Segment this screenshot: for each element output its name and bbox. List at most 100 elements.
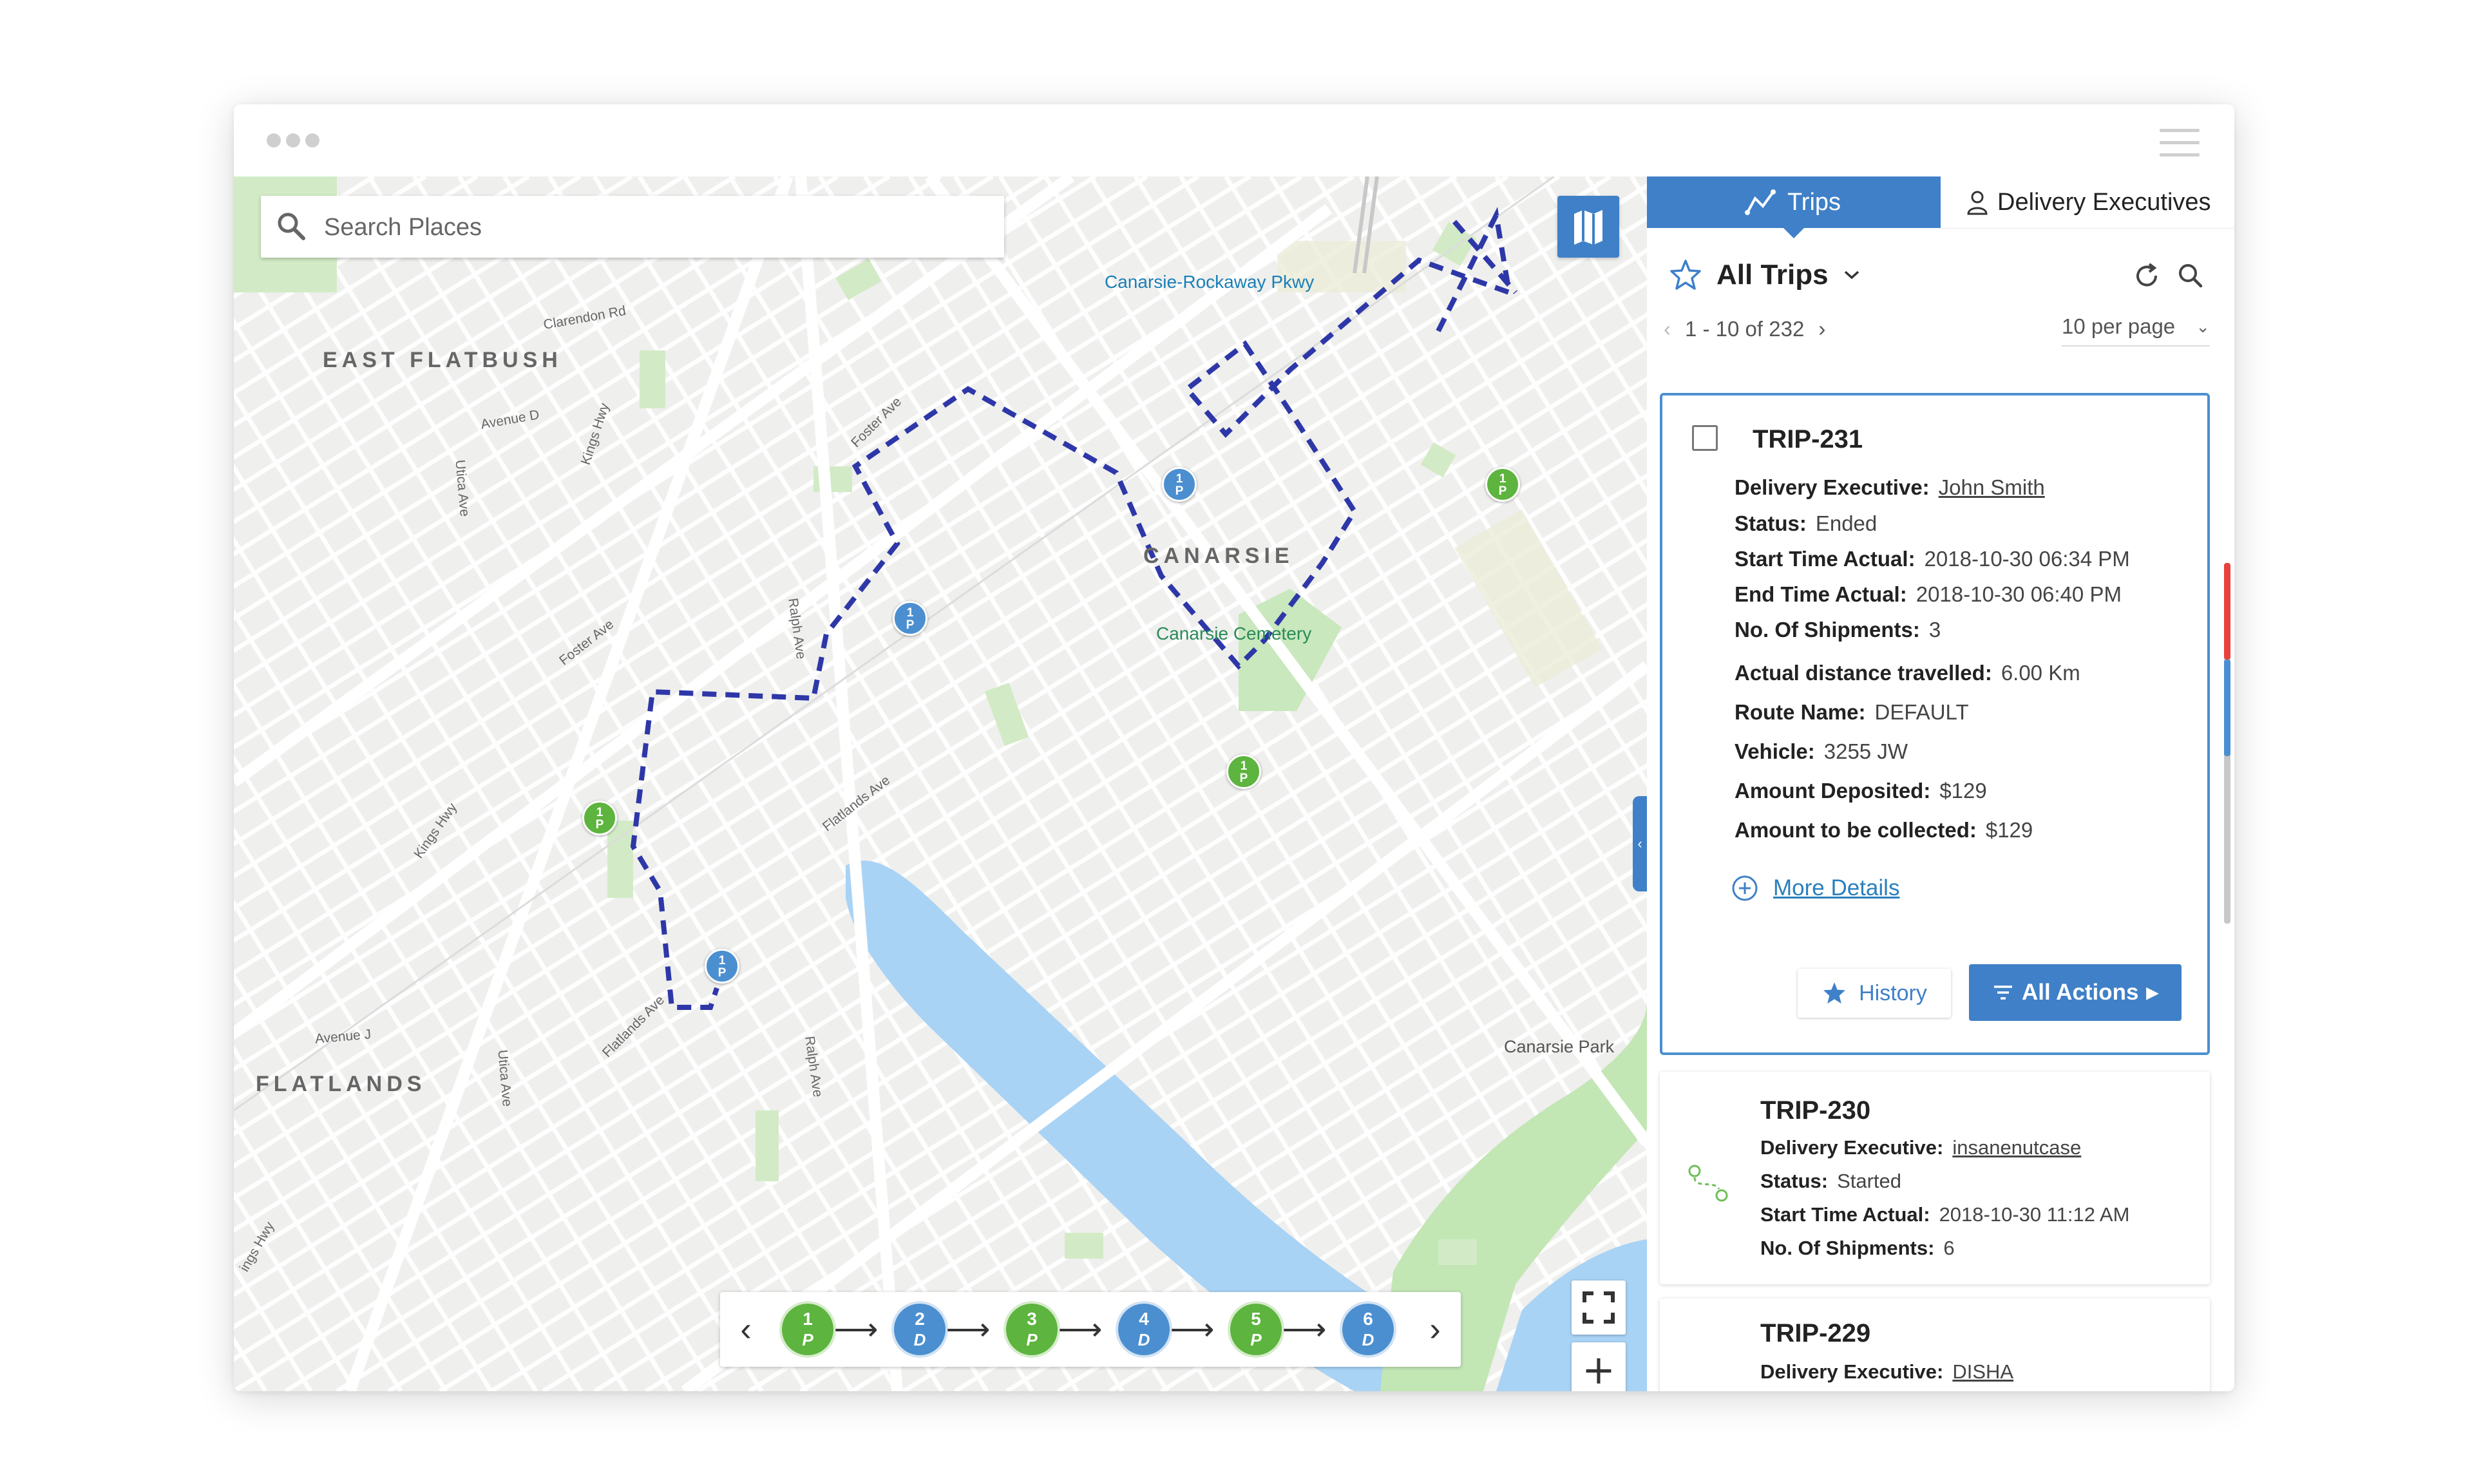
window-dot-3 [305, 133, 319, 147]
zoom-in-button[interactable]: + [1572, 1342, 1626, 1391]
label-canarsie-cemetery: Canarsie Cemetery [1156, 623, 1312, 643]
pager-next-icon[interactable]: › [1818, 317, 1825, 341]
route-step-number: 2 [915, 1309, 925, 1329]
history-button[interactable]: History [1798, 969, 1951, 1018]
route-marker-type: P [906, 618, 915, 632]
trip-card-231[interactable]: TRIP-231 Delivery Executive: John Smith S… [1660, 393, 2210, 1055]
route-icon [1745, 189, 1776, 215]
route-marker-type: P [1498, 484, 1507, 498]
star-outline-icon[interactable] [1669, 258, 1702, 292]
steps-next-button[interactable]: › [1416, 1292, 1454, 1367]
route-marker[interactable]: 1P [1485, 467, 1520, 502]
route-marker-number: 1 [1499, 472, 1507, 486]
route-step-6[interactable]: 6D [1342, 1304, 1394, 1355]
all-actions-button[interactable]: All Actions ▶ [1969, 964, 2182, 1021]
route-step-5[interactable]: 5P [1230, 1304, 1282, 1355]
window-dot-1 [267, 133, 281, 147]
pager: ‹ 1 - 10 of 232 › [1664, 317, 1825, 341]
more-details-link[interactable]: More Details [1731, 874, 1899, 902]
step-arrow-icon: ⟶ [1282, 1311, 1327, 1347]
route-marker-type: P [1239, 772, 1248, 785]
collapse-panel-handle[interactable]: ‹ [1633, 796, 1647, 891]
field-amount-to-collect: Amount to be collected: $129 [1735, 818, 2033, 842]
field-start-time: Start Time Actual: 2018-10-30 11:12 AM [1760, 1203, 2130, 1226]
trip-select-checkbox[interactable] [1692, 425, 1718, 451]
field-amount-deposited: Amount Deposited: $129 [1735, 779, 1987, 803]
delivery-executive-link[interactable]: John Smith [1939, 475, 2045, 499]
route-step-number: 5 [1251, 1309, 1261, 1329]
field-delivery-executive: Delivery Executive: insanenutcase [1760, 1136, 2082, 1159]
search-icon [278, 213, 305, 240]
per-page-value: 10 per page [2062, 314, 2176, 338]
tab-delivery-executives-label: Delivery Executives [1997, 189, 2211, 216]
route-marker[interactable]: 1P [1162, 467, 1197, 502]
per-page-select[interactable]: 10 per page ⌄ [2062, 310, 2210, 347]
caret-right-icon: ▶ [2146, 984, 2158, 1002]
scrollbar-marker-blue [2224, 660, 2230, 756]
field-status: Status: Ended [1735, 511, 1878, 535]
label-flatlands: FLATLANDS [256, 1072, 426, 1096]
field-end-time: End Time Actual: 2018-10-30 06:40 PM [1735, 582, 2122, 606]
search-input[interactable] [323, 196, 989, 259]
title-bar [234, 104, 2234, 176]
tab-trips[interactable]: Trips [1647, 176, 1941, 238]
step-arrow-icon: ⟶ [833, 1311, 879, 1347]
route-marker-type: P [718, 966, 727, 980]
route-step-4[interactable]: 4D [1118, 1304, 1170, 1355]
scrollbar-marker-red [2224, 563, 2230, 660]
zoom-controls: + − [1572, 1342, 1626, 1391]
steps-prev-button[interactable]: ‹ [727, 1292, 765, 1367]
route-step-2[interactable]: 2D [894, 1304, 946, 1355]
route-marker[interactable]: 1P [893, 601, 927, 636]
refresh-icon[interactable] [2131, 260, 2162, 291]
label-canarsie-rockaway-pkwy: Canarsie-Rockaway Pkwy [1105, 272, 1315, 292]
field-delivery-executive: Delivery Executive: John Smith [1735, 475, 2045, 499]
map-layers-button[interactable] [1557, 196, 1619, 258]
route-step-type: P [1026, 1330, 1038, 1349]
route-marker[interactable]: 1P [705, 949, 739, 984]
route-marker-type: P [595, 818, 604, 832]
route-step-type: D [913, 1330, 926, 1349]
all-actions-label: All Actions [2022, 980, 2139, 1005]
trip-id: TRIP-231 [1753, 425, 1863, 453]
window-dot-2 [286, 133, 300, 147]
delivery-executive-link[interactable]: DISHA [1952, 1360, 2013, 1383]
map-view[interactable]: 1P1P1P1P1P1P EAST FLATBUSH CANARSIE FLAT… [234, 176, 1647, 1391]
delivery-executive-link[interactable]: insanenutcase [1952, 1136, 2081, 1159]
plus-circle-icon [1732, 875, 1758, 901]
all-trips-title: All Trips [1716, 259, 1829, 290]
route-marker-number: 1 [1240, 759, 1248, 773]
route-marker[interactable]: 1P [582, 801, 617, 835]
route-step-1[interactable]: 1P [782, 1304, 833, 1355]
route-marker[interactable]: 1P [1226, 754, 1261, 789]
step-arrow-icon: ⟶ [1058, 1311, 1103, 1347]
field-route-name: Route Name: DEFAULT [1735, 700, 1969, 724]
field-shipments: No. Of Shipments: 6 [1760, 1237, 1955, 1259]
map-icon [1574, 210, 1602, 245]
field-distance: Actual distance travelled: 6.00 Km [1735, 661, 2080, 685]
tab-delivery-executives[interactable]: Delivery Executives [1941, 176, 2234, 229]
history-label: History [1859, 980, 1927, 1005]
trips-panel: Trips Delivery Executives All Trips ‹ 1 … [1647, 176, 2234, 1391]
trip-id: TRIP-229 [1760, 1319, 1871, 1347]
pager-range: 1 - 10 of 232 [1685, 317, 1805, 341]
route-step-type: D [1137, 1330, 1150, 1349]
hamburger-menu-icon[interactable] [2160, 129, 2200, 157]
route-step-number: 6 [1363, 1309, 1373, 1329]
pager-prev-icon[interactable]: ‹ [1664, 317, 1671, 341]
route-marker-number: 1 [596, 806, 604, 819]
step-arrow-icon: ⟶ [946, 1311, 991, 1347]
trip-id: TRIP-230 [1760, 1096, 1871, 1125]
route-step-3[interactable]: 3P [1006, 1304, 1058, 1355]
star-filled-icon [1823, 982, 1846, 1004]
trip-card-229[interactable]: TRIP-229 Delivery Executive: DISHA [1660, 1298, 2210, 1391]
trip-card-230[interactable]: TRIP-230 Delivery Executive: insanenutcas… [1660, 1072, 2210, 1284]
per-page-chevron-icon: ⌄ [2196, 317, 2210, 336]
fullscreen-button[interactable] [1572, 1280, 1626, 1335]
all-trips-header[interactable]: All Trips [1669, 252, 1861, 298]
panel-search-icon[interactable] [2176, 262, 2205, 290]
route-step-number: 1 [803, 1309, 813, 1329]
route-marker-type: P [1175, 484, 1184, 498]
field-delivery-executive: Delivery Executive: DISHA [1760, 1360, 2014, 1383]
search-places-box[interactable] [261, 196, 1004, 259]
